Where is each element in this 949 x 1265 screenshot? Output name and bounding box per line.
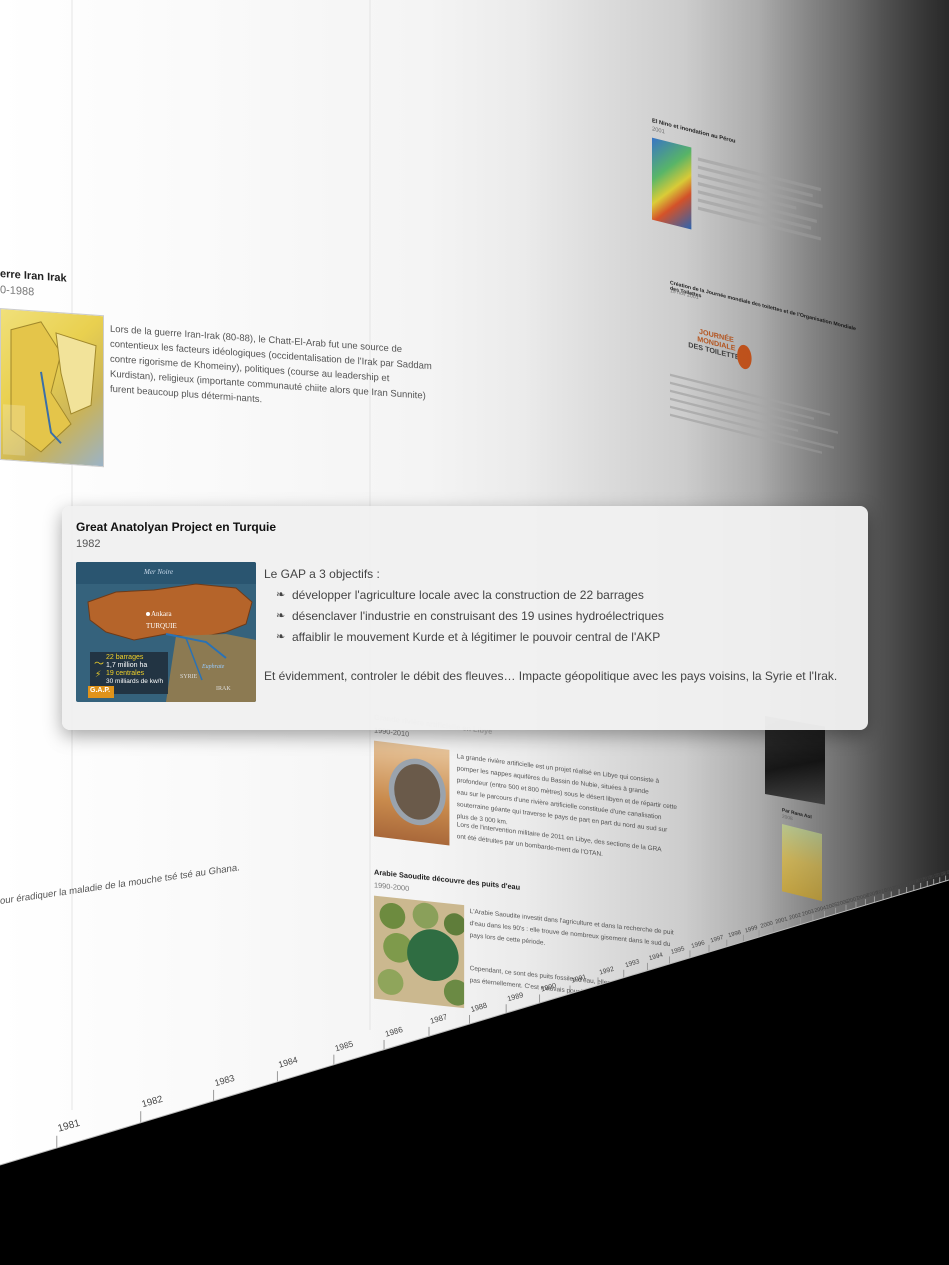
dam-icon: 〜 — [94, 659, 104, 670]
legend-area: 1,7 million ha — [106, 662, 148, 669]
axis-year-label[interactable]: 2001 — [775, 916, 789, 925]
map-capital-label: Ankara — [151, 610, 172, 618]
objective-text: développer l'agriculture locale avec la … — [292, 588, 644, 602]
objectives-list: ❧ développer l'agriculture locale avec la… — [264, 585, 854, 648]
axis-year-label[interactable]: 1993 — [624, 958, 640, 969]
lightning-icon: ⚡ — [95, 670, 102, 680]
fleuron-icon: ❧ — [276, 589, 286, 601]
focus-card-conclusion: Et évidemment, controler le débit des fl… — [264, 669, 838, 683]
objective-text: affaiblir le mouvement Kurde et à légiti… — [292, 630, 661, 644]
legend-plants: 19 centrales — [106, 670, 145, 677]
fleuron-icon: ❧ — [276, 631, 286, 643]
axis-year-label[interactable]: 1995 — [670, 945, 686, 956]
focus-card-gap[interactable]: Great Anatolyan Project en Turquie 1982 … — [62, 506, 868, 730]
fleuron-icon: ❧ — [276, 610, 286, 622]
legend-dams: 22 barrages — [106, 654, 144, 661]
axis-year-label[interactable]: 1994 — [648, 951, 664, 962]
map-country-label: TURQUIE — [146, 622, 177, 630]
axis-year-label[interactable]: 2000 — [760, 921, 774, 930]
map-sea-label: Mer Noire — [144, 568, 174, 576]
axis-year-label[interactable]: 1982 — [141, 1094, 165, 1110]
axis-year-label[interactable]: 1989 — [506, 990, 524, 1003]
list-item: ❧ affaiblir le mouvement Kurde et à légit… — [276, 627, 854, 648]
axis-year-label[interactable]: 2002 — [788, 912, 801, 921]
focus-card-body: Le GAP a 3 objectifs : ❧ développer l'agr… — [264, 564, 854, 687]
map-syria-label: SYRIE — [180, 674, 198, 680]
axis-year-label[interactable]: 1992 — [599, 966, 616, 977]
timeline-stage: erre Iran Irak 0-1988 Lors de la guerre … — [0, 0, 949, 1265]
axis-year-label[interactable]: 1990 — [540, 982, 557, 994]
axis-year-label[interactable]: 1986 — [384, 1025, 404, 1039]
axis-year-label[interactable]: 1997 — [710, 935, 725, 945]
objective-text: désenclaver l'industrie en construisant … — [292, 609, 664, 623]
focus-card-title: Great Anatolyan Project en Turquie — [76, 520, 277, 534]
axis-year-label[interactable]: 1984 — [277, 1055, 299, 1070]
map-iraq-label: IRAK — [216, 686, 231, 692]
axis-year-label[interactable]: 1981 — [57, 1118, 82, 1135]
axis-year-label[interactable]: 1999 — [744, 925, 758, 934]
map-euphrate-label: Euphrate — [202, 664, 225, 670]
map-badge: G.A.P. — [90, 687, 111, 694]
focus-card-intro: Le GAP a 3 objectifs : — [264, 567, 380, 581]
axis-year-label[interactable]: 1983 — [213, 1073, 235, 1088]
list-item: ❧ désenclaver l'industrie en construisant… — [276, 606, 854, 627]
axis-year-label[interactable]: 1988 — [470, 1001, 489, 1014]
axis-year-label[interactable]: 1998 — [728, 930, 743, 940]
gap-map-image: Mer Noire Ankara TURQUIE Euphrate SYRIE … — [76, 562, 256, 702]
axis-year-label[interactable]: 1987 — [429, 1012, 448, 1025]
axis-year-label[interactable]: 1991 — [571, 974, 588, 985]
focus-card-date: 1982 — [76, 538, 101, 550]
axis-year-label[interactable]: 1985 — [334, 1038, 355, 1053]
list-item: ❧ développer l'agriculture locale avec la… — [276, 585, 854, 606]
axis-year-label[interactable]: 1996 — [691, 939, 707, 950]
legend-power: 30 milliards de kw/h — [106, 678, 164, 685]
